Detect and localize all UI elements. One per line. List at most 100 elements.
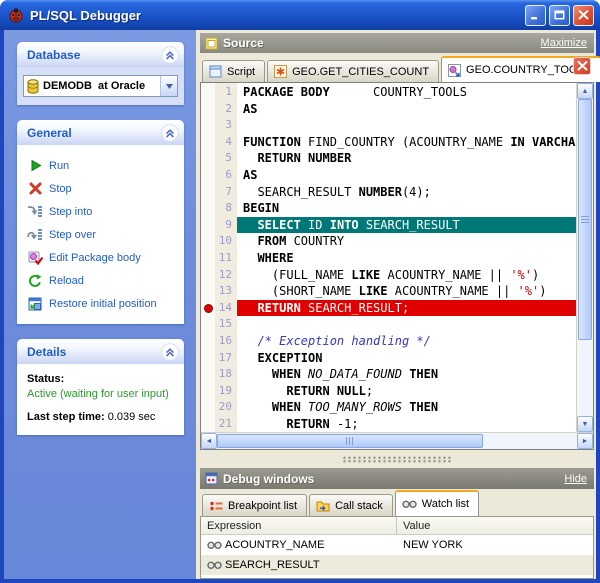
breakpoint-margin[interactable] xyxy=(201,267,215,284)
debug-tab-bar: Breakpoint listCall stackWatch list xyxy=(200,490,594,516)
code-line-3: 3 xyxy=(201,117,576,134)
tab-geo-get-cities-count[interactable]: GEO.GET_CITIES_COUNT xyxy=(267,60,439,82)
vertical-scroll-thumb[interactable] xyxy=(578,99,592,340)
tab-watch-list[interactable]: Watch list xyxy=(395,490,479,516)
last-step-time-value: 0.039 sec xyxy=(108,411,156,423)
breakpoint-margin[interactable] xyxy=(201,184,215,201)
details-panel-title: Details xyxy=(27,345,161,359)
action-restore-initial-position[interactable]: Restore initial position xyxy=(26,292,180,315)
breakpoint-margin[interactable] xyxy=(201,101,215,118)
horizontal-scroll-thumb[interactable] xyxy=(217,434,483,448)
step-into-icon xyxy=(26,205,44,218)
scroll-right-icon[interactable]: ► xyxy=(577,433,593,449)
watch-row-search-result[interactable]: SEARCH_RESULT xyxy=(201,555,593,575)
database-connection: DEMODB at Oracle xyxy=(43,80,160,92)
code-line-19: 19 RETURN NULL; xyxy=(201,383,576,400)
code-line-21: 21 RETURN -1; xyxy=(201,416,576,432)
breakpoint-margin[interactable] xyxy=(201,399,215,416)
breakpoint-margin[interactable] xyxy=(201,383,215,400)
breakpoint-margin[interactable] xyxy=(201,134,215,151)
scroll-down-icon[interactable]: ▼ xyxy=(577,416,593,432)
code-text: FUNCTION FIND_COUNTRY (ACOUNTRY_NAME IN … xyxy=(237,134,576,151)
breakpoint-margin[interactable] xyxy=(201,366,215,383)
hide-link[interactable]: Hide xyxy=(564,473,587,485)
collapse-database-button[interactable] xyxy=(161,46,179,64)
code-text: RETURN NUMBER xyxy=(237,150,576,167)
code-line-8: 8BEGIN xyxy=(201,200,576,217)
code-line-6: 6AS xyxy=(201,167,576,184)
script-icon xyxy=(209,65,222,78)
line-number: 13 xyxy=(215,283,237,300)
breakpoint-margin[interactable] xyxy=(201,200,215,217)
code-line-13: 13 (SHORT_NAME LIKE ACOUNTRY_NAME || '%'… xyxy=(201,283,576,300)
edit-package-icon xyxy=(26,251,44,265)
function-icon xyxy=(274,65,287,78)
breakpoint-margin[interactable] xyxy=(201,300,215,317)
breakpoint-margin[interactable] xyxy=(201,416,215,432)
database-select[interactable]: DEMODB at Oracle xyxy=(23,75,178,97)
code-text: (FULL_NAME LIKE ACOUNTRY_NAME || '%') xyxy=(237,267,576,284)
minimize-button[interactable] xyxy=(525,5,546,26)
tab-breakpoint-list[interactable]: Breakpoint list xyxy=(202,494,307,516)
action-stop[interactable]: Stop xyxy=(26,177,180,200)
code-text: EXCEPTION xyxy=(237,350,576,367)
breakpoint-margin[interactable] xyxy=(201,217,215,234)
collapse-details-button[interactable] xyxy=(161,343,179,361)
maximize-link[interactable]: Maximize xyxy=(541,37,587,49)
plsql-debugger-window: PL/SQL Debugger Database DEMODB at Oracl… xyxy=(0,0,600,583)
general-panel: General RunStopStep intoStep overEdit Pa… xyxy=(17,120,184,324)
scroll-up-icon[interactable]: ▲ xyxy=(577,83,593,99)
tab-call-stack[interactable]: Call stack xyxy=(309,494,393,516)
action-step-over[interactable]: Step over xyxy=(26,223,180,246)
code-area[interactable]: 1PACKAGE BODY COUNTRY_TOOLS2AS34FUNCTION… xyxy=(201,83,576,432)
debug-windows-icon xyxy=(205,472,218,485)
scroll-left-icon[interactable]: ◄ xyxy=(201,433,217,449)
vertical-scroll-track[interactable] xyxy=(577,99,593,416)
debug-windows-header: Debug windows Hide xyxy=(200,468,594,489)
code-text: BEGIN xyxy=(237,200,576,217)
action-step-into[interactable]: Step into xyxy=(26,200,180,223)
watch-row-acountry-name[interactable]: ACOUNTRY_NAMENEW YORK xyxy=(201,535,593,555)
close-button[interactable] xyxy=(573,5,594,26)
breakpoint-margin[interactable] xyxy=(201,167,215,184)
details-panel: Details Status: Active (waiting for user… xyxy=(17,339,184,435)
line-number: 1 xyxy=(215,84,237,101)
breakpoint-margin[interactable] xyxy=(201,150,215,167)
database-dropdown-button[interactable] xyxy=(160,76,177,96)
maximize-button[interactable] xyxy=(549,5,570,26)
expression-column-header[interactable]: Expression xyxy=(201,517,397,534)
code-text: RETURN SEARCH_RESULT; xyxy=(237,300,576,317)
breakpoint-margin[interactable] xyxy=(201,283,215,300)
action-run[interactable]: Run xyxy=(26,154,180,177)
breakpoint-margin[interactable] xyxy=(201,117,215,134)
collapse-general-button[interactable] xyxy=(161,124,179,142)
horizontal-scrollbar[interactable]: ◄ ► xyxy=(201,432,593,449)
action-edit-package-body[interactable]: Edit Package body xyxy=(26,246,180,269)
action-label: Step over xyxy=(49,229,96,241)
breakpoint-margin[interactable] xyxy=(201,333,215,350)
horizontal-scroll-track[interactable] xyxy=(217,433,577,449)
panel-splitter[interactable] xyxy=(200,450,594,468)
code-line-17: 17 EXCEPTION xyxy=(201,350,576,367)
breakpoint-list-icon xyxy=(209,500,223,512)
breakpoint-margin[interactable] xyxy=(201,316,215,333)
status-label: Status: xyxy=(27,373,176,385)
ladybug-icon xyxy=(8,7,24,23)
code-text: WHEN NO_DATA_FOUND THEN xyxy=(237,366,576,383)
tab-script[interactable]: Script xyxy=(202,60,265,82)
details-panel-header: Details xyxy=(17,339,184,364)
breakpoint-margin[interactable] xyxy=(201,84,215,101)
breakpoint-dot[interactable] xyxy=(204,304,213,313)
action-reload[interactable]: Reload xyxy=(26,269,180,292)
breakpoint-margin[interactable] xyxy=(201,350,215,367)
breakpoint-margin[interactable] xyxy=(201,233,215,250)
value-column-header[interactable]: Value xyxy=(397,520,430,532)
call-stack-icon xyxy=(316,500,330,512)
code-text: SELECT ID INTO SEARCH_RESULT xyxy=(237,217,576,234)
breakpoint-margin[interactable] xyxy=(201,250,215,267)
watch-table-header[interactable]: Expression Value xyxy=(201,517,593,535)
line-number: 7 xyxy=(215,184,237,201)
vertical-scrollbar[interactable]: ▲ ▼ xyxy=(576,83,593,432)
debug-windows-title: Debug windows xyxy=(223,472,564,486)
close-tab-button[interactable] xyxy=(573,57,591,75)
